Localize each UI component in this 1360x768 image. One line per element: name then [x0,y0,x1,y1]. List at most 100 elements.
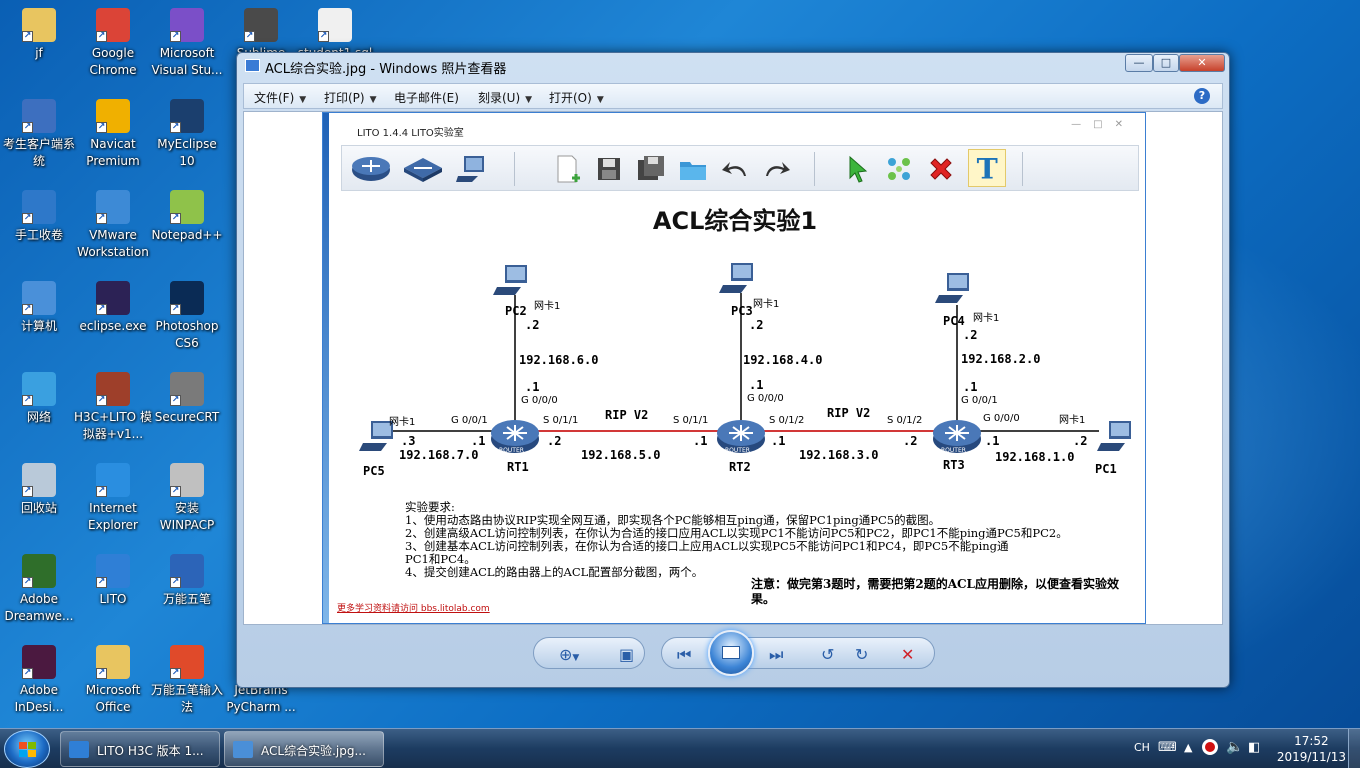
rt2-left-iface: S 0/1/1 [673,415,708,426]
desktop-icon[interactable]: ↗ Notepad++ [148,190,226,244]
desktop-icon[interactable]: ↗ Navicat Premium [74,99,152,170]
lito-app-icon [69,741,89,758]
menu-burn[interactable]: 刻录(U) ▼ [478,89,532,106]
desktop-icon[interactable]: ↗ 安装WINPACP [148,463,226,534]
desktop-app-icon: ↗ [170,99,204,133]
minimize-button[interactable]: — [1125,54,1153,72]
rt3-left-iface: S 0/1/2 [887,415,922,426]
toolbar-separator [514,152,515,186]
desktop-icon[interactable]: ↗ Microsoft Office [74,645,152,716]
desktop-icon[interactable]: ↗ 考生客户端系统 [0,99,78,170]
slideshow-button[interactable] [708,630,754,676]
next-icon[interactable]: ⏭ [769,645,783,665]
pc2-host-addr: .2 [525,318,539,332]
start-button[interactable] [4,730,50,768]
system-tray: CH ⌨ ▲ 🔈 ◧ 17:52 2019/11/13 [1120,729,1360,768]
shortcut-arrow-icon: ↗ [96,213,107,224]
desktop-icon[interactable]: ↗ Adobe Dreamwe... [0,554,78,625]
clock-time: 17:52 [1294,734,1329,748]
rt3-left-addr: .2 [903,434,917,448]
desktop-app-icon: ↗ [22,645,56,679]
show-desktop-button[interactable] [1348,729,1360,768]
desktop-icon[interactable]: ↗ 万能五笔 [148,554,226,608]
text-tool-icon: T [968,149,1006,187]
desktop-icon[interactable]: ↗ eclipse.exe [74,281,152,335]
desktop-icon[interactable]: ↗ LITO [74,554,152,608]
desktop-icon[interactable]: ↗ Google Chrome [74,8,152,79]
photo-viewer-app-icon [245,59,260,72]
shortcut-arrow-icon: ↗ [96,122,107,133]
shortcut-arrow-icon: ↗ [22,213,33,224]
delete-image-icon[interactable]: ✕ [901,645,914,664]
nic-label: 网卡1 [389,415,415,428]
menu-email[interactable]: 电子邮件(E) [394,89,459,106]
taskbar-item-photo-viewer[interactable]: ACL综合实验.jpg... [224,731,384,767]
desktop-icon[interactable]: ↗ SecureCRT [148,372,226,426]
rt2-right-iface: S 0/1/2 [769,415,804,426]
router-rt2-icon: ROUTER [717,420,765,454]
rt2-up-addr: .1 [749,378,763,392]
rt2-label: RT2 [729,460,751,474]
rotate-right-icon[interactable]: ↻ [855,645,868,664]
shortcut-arrow-icon: ↗ [96,486,107,497]
help-icon[interactable]: ? [1194,88,1210,104]
shortcut-arrow-icon: ↗ [22,668,33,679]
keyboard-icon[interactable]: ⌨ [1158,740,1177,755]
rip-label-1: RIP V2 [605,408,648,422]
close-button[interactable]: ✕ [1179,54,1225,72]
net-3: 192.168.3.0 [799,448,878,462]
nic-label: 网卡1 [534,299,560,312]
language-indicator[interactable]: CH [1134,741,1150,754]
pc3-host-addr: .2 [749,318,763,332]
network-topology-diagram: ROUTER ROUTER ROUTER PC2 PC3 PC4 PC5 PC1… [359,263,1131,478]
shortcut-arrow-icon: ↗ [96,395,107,406]
actual-size-icon[interactable]: ▣ [619,645,634,664]
desktop-icon[interactable]: ↗ 万能五笔输入法 [148,645,226,716]
taskbar-item-lito[interactable]: LITO H3C 版本 1... [60,731,220,767]
rt2-up-iface: G 0/0/0 [747,393,784,404]
desktop-icon[interactable]: ↗ MyEclipse 10 [148,99,226,170]
pc5-label: PC5 [363,464,385,478]
pc2-label: PC2 [505,304,527,318]
rt3-up-iface: G 0/0/1 [961,395,998,406]
desktop-icon-label: jf [35,46,43,60]
desktop-app-icon: ↗ [170,463,204,497]
desktop-app-icon: ↗ [22,463,56,497]
desktop-icon-label: 手工收卷 [14,228,63,242]
record-icon[interactable] [1202,739,1218,755]
zoom-icon[interactable]: ⊕▼ [559,645,579,664]
desktop-icon[interactable]: ↗ 网络 [0,372,78,426]
nic-label: 网卡1 [973,311,999,324]
desktop-icon-label: Internet Explorer [88,501,138,532]
previous-icon[interactable]: ⏮ [677,645,691,665]
menu-file[interactable]: 文件(F) ▼ [254,89,306,106]
maximize-button[interactable]: □ [1153,54,1179,72]
desktop-app-icon: ↗ [244,8,278,42]
desktop-icon[interactable]: ↗ Photoshop CS6 [148,281,226,352]
pc1-addr: .2 [1073,434,1087,448]
desktop-icon[interactable]: ↗ 回收站 [0,463,78,517]
network-icon[interactable]: ◧ [1248,740,1260,755]
desktop-icon[interactable]: ↗ H3C+LITO 模拟器+v1... [74,372,152,443]
desktop-app-icon: ↗ [96,8,130,42]
desktop-icon[interactable]: ↗ 计算机 [0,281,78,335]
rotate-left-icon[interactable]: ↺ [821,645,834,664]
clock[interactable]: 17:52 2019/11/13 [1277,733,1346,765]
show-hidden-icons-icon[interactable]: ▲ [1184,741,1192,754]
rt3-right-addr: .1 [985,434,999,448]
desktop-icon[interactable]: ↗ Internet Explorer [74,463,152,534]
desktop-icon[interactable]: ↗ Microsoft Visual Stu... [148,8,226,79]
title-bar[interactable]: ACL综合实验.jpg - Windows 照片查看器 — □ ✕ [237,53,1229,79]
desktop-icon[interactable]: ↗ Adobe InDesi... [0,645,78,716]
footer-link[interactable]: 更多学习资料请访问 bbs.litolab.com [337,601,490,614]
desktop-icon[interactable]: ↗ jf [0,8,78,62]
menu-open[interactable]: 打开(O) ▼ [549,89,604,106]
desktop-icon-label: 安装WINPACP [159,501,215,532]
desktop-icon-label: Google Chrome [89,46,137,77]
pc3-icon [719,263,753,293]
toolbar-separator [1022,152,1023,186]
desktop-icon[interactable]: ↗ VMware Workstation [74,190,152,261]
menu-print[interactable]: 打印(P) ▼ [324,89,377,106]
volume-icon[interactable]: 🔈 [1226,739,1243,755]
desktop-icon[interactable]: ↗ 手工收卷 [0,190,78,244]
